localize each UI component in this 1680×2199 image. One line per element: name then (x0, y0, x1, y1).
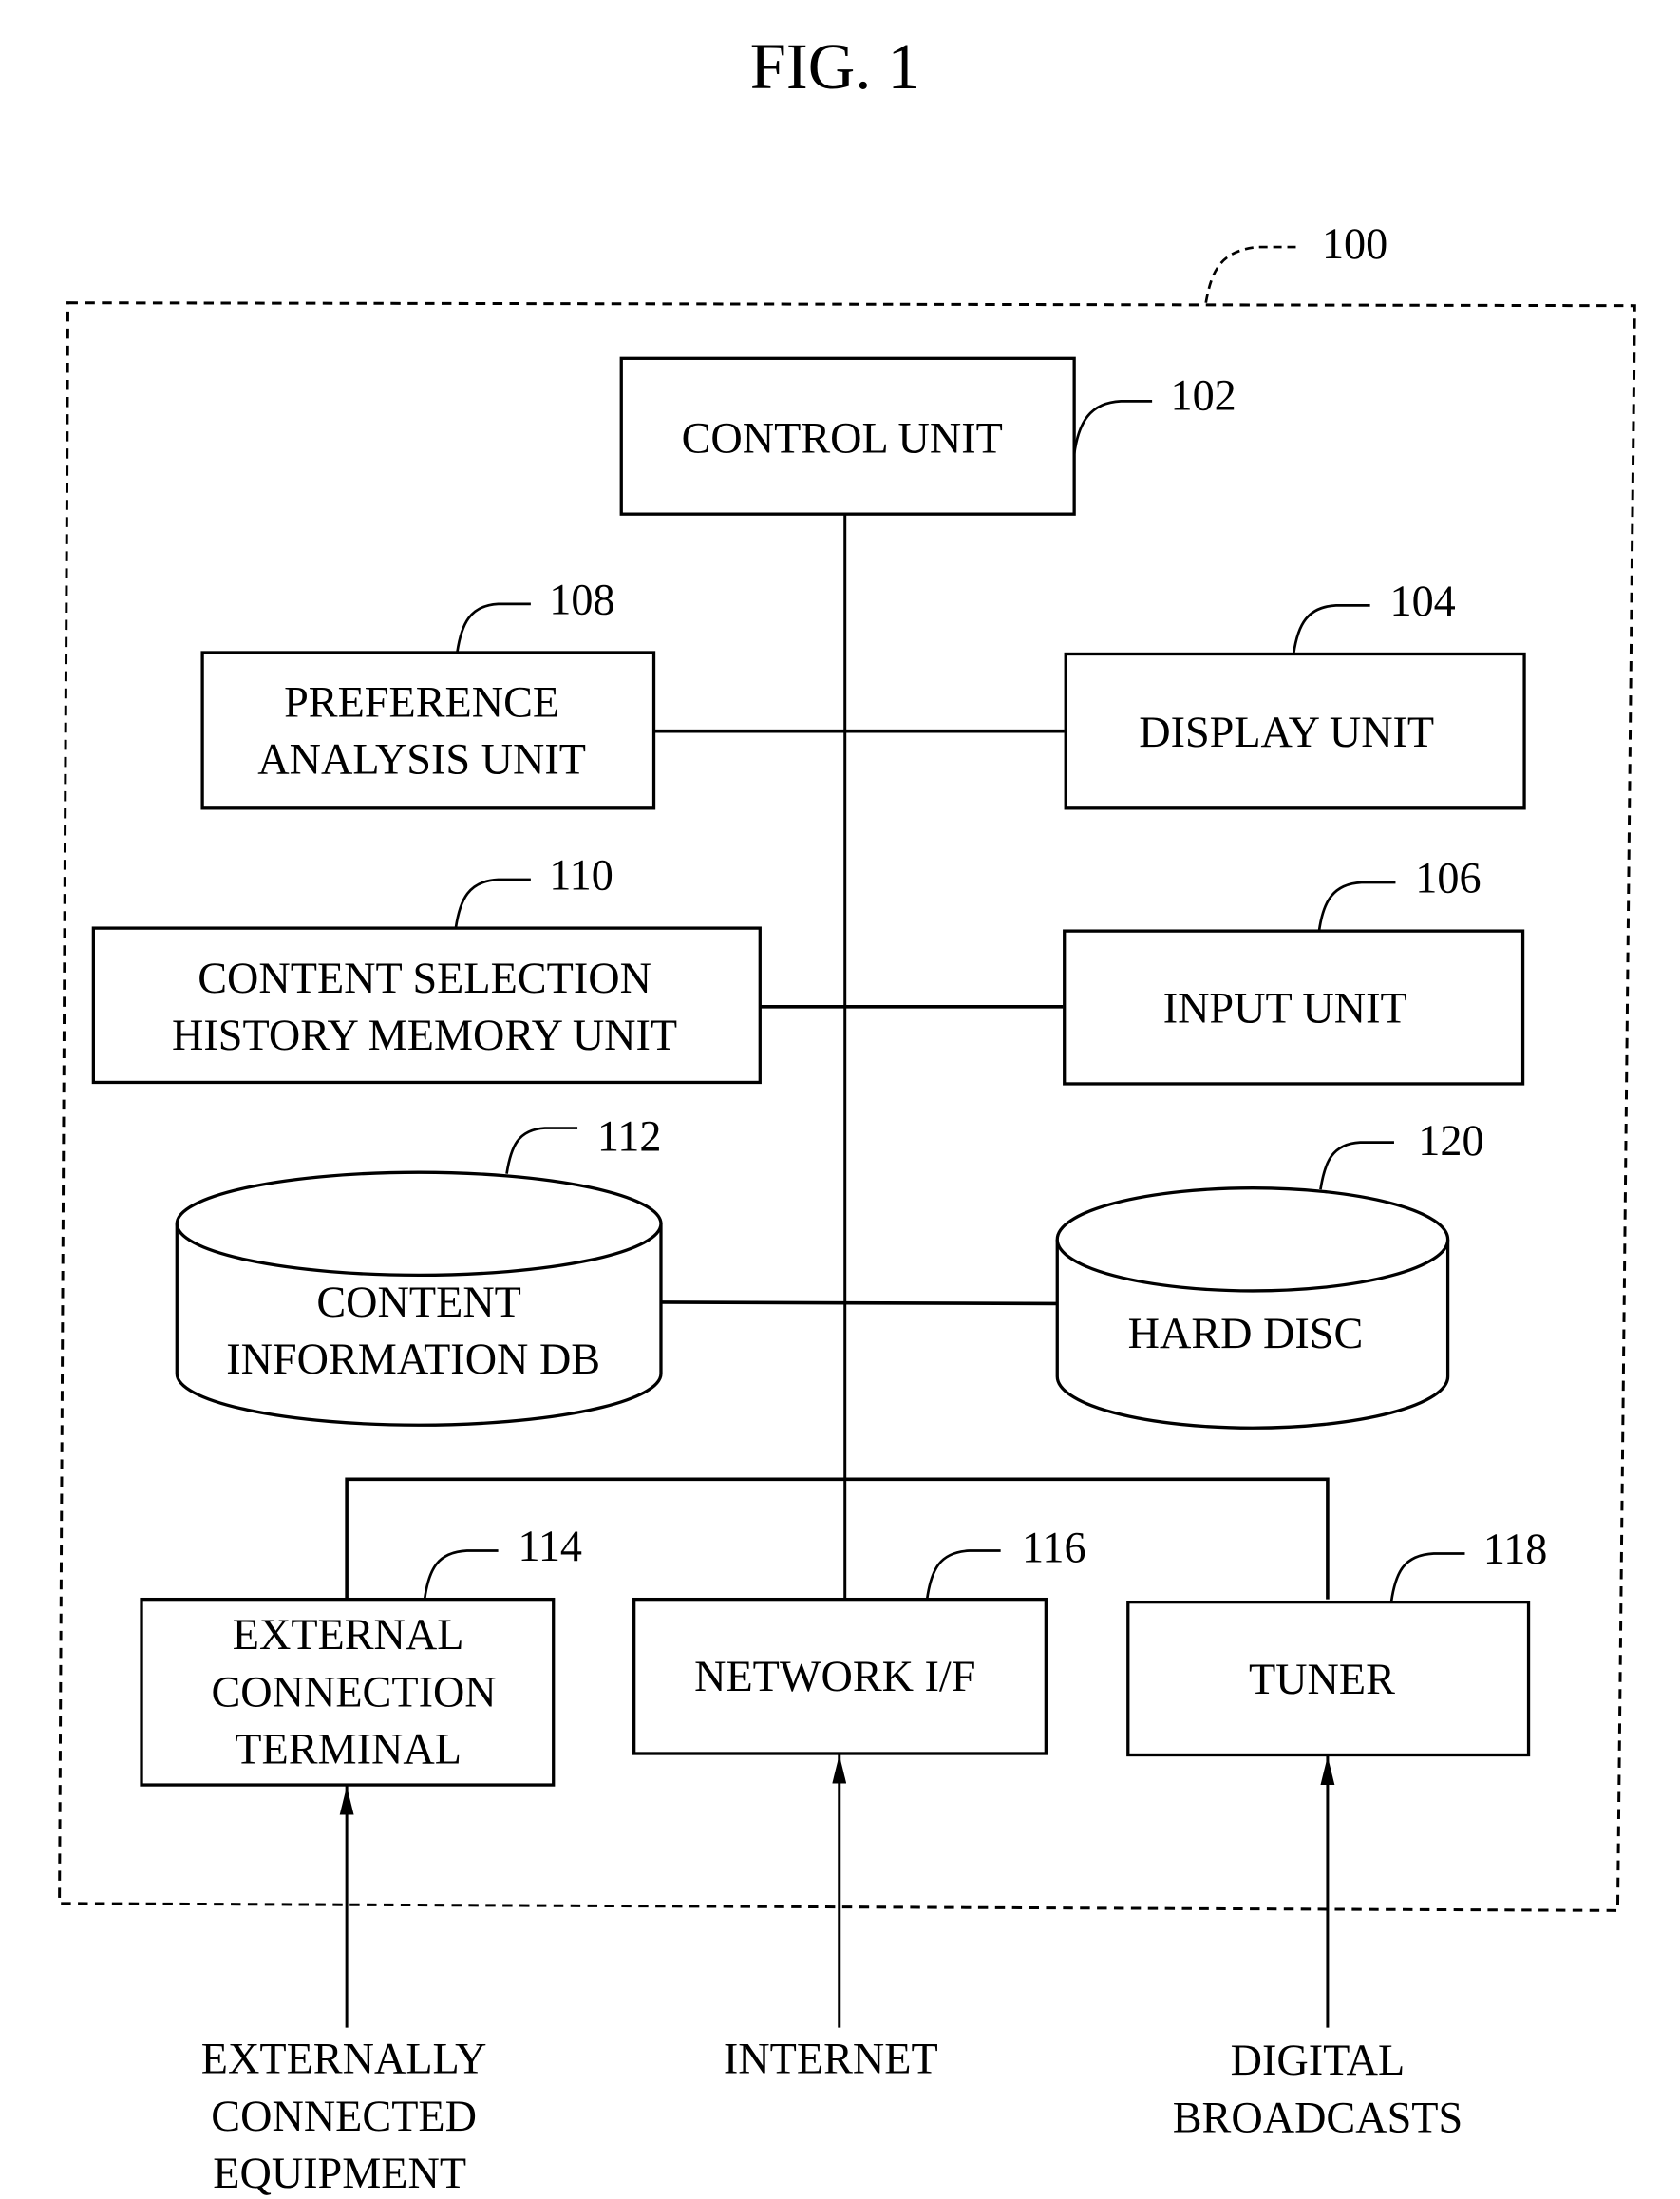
figure-title: FIG. 1 (750, 30, 920, 103)
hard-disc-label: HARD DISC (1128, 1310, 1364, 1358)
network-if-block: NETWORK I/F 116 (632, 1524, 1086, 1755)
preference-analysis-unit-label-line2: ANALYSIS UNIT (257, 736, 586, 785)
history-memory-unit-ref: 110 (549, 851, 613, 900)
preference-analysis-unit-block: PREFERENCE ANALYSIS UNIT 108 (200, 576, 656, 810)
external-connection-terminal-ref: 114 (518, 1523, 582, 1571)
digital-broadcasts-label-line1: DIGITAL (1231, 2037, 1406, 2085)
system-ref-leader (1204, 245, 1297, 303)
bus-db-harddisc (662, 1300, 1058, 1306)
history-memory-unit-label-line2: HISTORY MEMORY UNIT (172, 1012, 677, 1060)
external-connection-terminal-block: EXTERNAL CONNECTION TERMINAL 114 (140, 1523, 582, 1787)
external-connection-terminal-label-line1: EXTERNAL (233, 1611, 464, 1659)
preference-analysis-unit-ref: 108 (549, 576, 614, 624)
externally-connected-equipment-label-line1: EXTERNALLY (201, 2036, 487, 2084)
externally-connected-equipment-label-line2: CONNECTED (211, 2093, 477, 2141)
content-selection-history-memory-unit-block: CONTENT SELECTION HISTORY MEMORY UNIT 11… (91, 851, 762, 1085)
hard-disc-block: HARD DISC 120 (1055, 1117, 1484, 1430)
block-diagram: FIG. 1 100 CONTROL UNIT 102 PREFERENCE A… (58, 30, 1636, 2198)
internet-label: INTERNET (724, 2036, 938, 2084)
display-unit-block: DISPLAY UNIT 104 (1064, 578, 1526, 810)
tuner-ref: 118 (1483, 1526, 1548, 1574)
preference-analysis-unit-label-line1: PREFERENCE (284, 678, 559, 727)
control-unit-ref: 102 (1170, 371, 1236, 420)
control-unit-label: CONTROL UNIT (682, 414, 1003, 463)
digital-broadcasts-label-line2: BROADCASTS (1173, 2094, 1463, 2142)
external-connection-terminal-label-line3: TERMINAL (235, 1725, 462, 1773)
system-ref-label: 100 (1322, 220, 1387, 269)
display-unit-ref: 104 (1389, 578, 1455, 626)
input-unit-block: INPUT UNIT 106 (1063, 854, 1525, 1086)
hard-disc-ref: 120 (1418, 1117, 1483, 1166)
external-connection-terminal-label-line2: CONNECTION (211, 1668, 496, 1716)
history-memory-unit-label-line1: CONTENT SELECTION (198, 955, 651, 1003)
input-unit-ref: 106 (1415, 854, 1481, 902)
input-unit-label: INPUT UNIT (1163, 984, 1407, 1033)
bus-io-branch (345, 1477, 1330, 1600)
display-unit-label: DISPLAY UNIT (1139, 709, 1434, 757)
content-information-db-label-line2: INFORMATION DB (226, 1336, 600, 1384)
network-if-ref: 116 (1022, 1524, 1086, 1572)
tuner-block: TUNER 118 (1126, 1526, 1548, 1757)
network-if-label: NETWORK I/F (694, 1653, 975, 1701)
tuner-label: TUNER (1249, 1656, 1395, 1704)
control-unit-block: CONTROL UNIT 102 (619, 356, 1236, 516)
content-information-db-block: CONTENT INFORMATION DB 112 (175, 1112, 663, 1427)
content-information-db-ref: 112 (597, 1112, 662, 1161)
externally-connected-equipment-label-line3: EQUIPMENT (213, 2150, 466, 2198)
content-information-db-label-line1: CONTENT (316, 1279, 521, 1327)
